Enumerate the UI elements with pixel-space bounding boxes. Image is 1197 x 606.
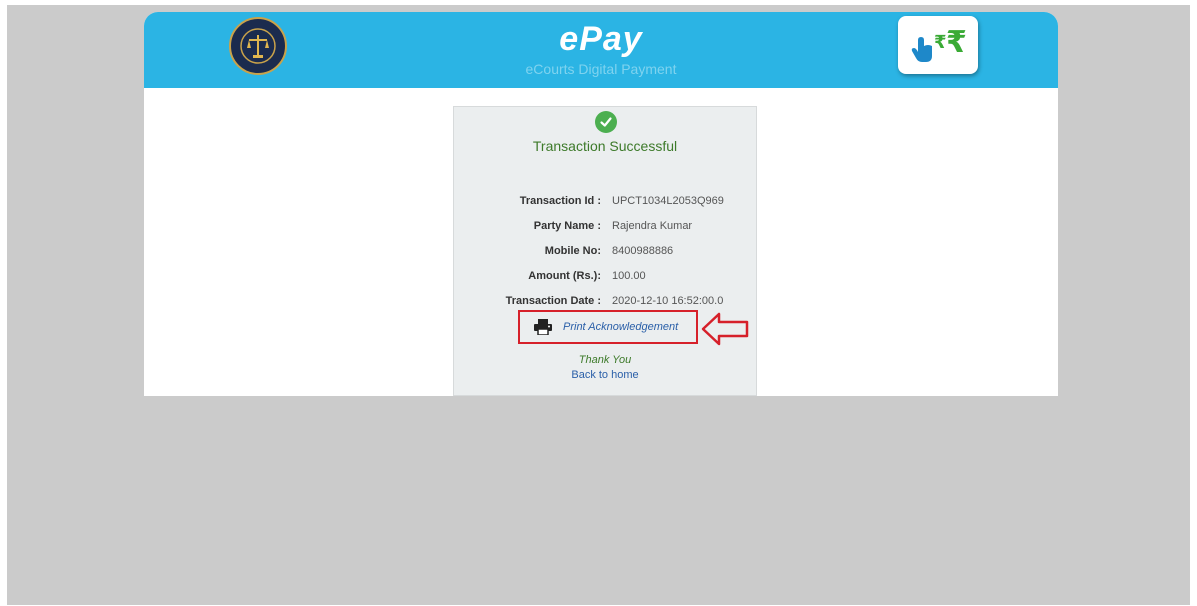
detail-row-party-name: Party Name : Rajendra Kumar	[454, 218, 756, 234]
detail-label: Amount (Rs.):	[528, 270, 601, 282]
rupee-tap-icon: ₹ ₹	[898, 16, 978, 74]
detail-label: Transaction Id :	[519, 195, 601, 207]
print-acknowledgement-highlight: Print Acknowledgement	[518, 310, 698, 344]
red-arrow-icon	[701, 312, 749, 346]
svg-text:₹: ₹	[946, 25, 967, 60]
detail-value: 8400988886	[612, 245, 674, 257]
transaction-receipt-card: Transaction Successful Transaction Id : …	[453, 106, 757, 396]
detail-row-transaction-id: Transaction Id : UPCT1034L2053Q969	[454, 193, 756, 209]
printer-icon[interactable]	[534, 319, 552, 335]
app-header: ePay eCourts Digital Payment ₹ ₹	[144, 12, 1058, 88]
epay-app-frame: ePay eCourts Digital Payment ₹ ₹ Transac…	[144, 12, 1058, 396]
svg-text:₹: ₹	[934, 32, 947, 53]
back-to-home-link[interactable]: Back to home	[454, 369, 756, 381]
transaction-status: Transaction Successful	[532, 138, 678, 154]
detail-value: Rajendra Kumar	[612, 220, 693, 232]
detail-row-mobile-no: Mobile No: 8400988886	[454, 243, 756, 259]
check-circle-icon	[595, 111, 617, 133]
detail-label: Party Name :	[533, 220, 601, 232]
print-acknowledgement-link[interactable]: Print Acknowledgement	[563, 321, 678, 333]
detail-value: UPCT1034L2053Q969	[612, 195, 724, 207]
detail-label: Mobile No:	[544, 245, 601, 257]
detail-row-amount: Amount (Rs.): 100.00	[454, 268, 756, 284]
detail-label: Transaction Date :	[505, 295, 601, 307]
thank-you-text: Thank You	[578, 354, 632, 366]
detail-value: 100.00	[612, 270, 646, 282]
detail-row-transaction-date: Transaction Date : 2020-12-10 16:52:00.0	[454, 293, 756, 309]
detail-value: 2020-12-10 16:52:00.0	[612, 295, 724, 307]
